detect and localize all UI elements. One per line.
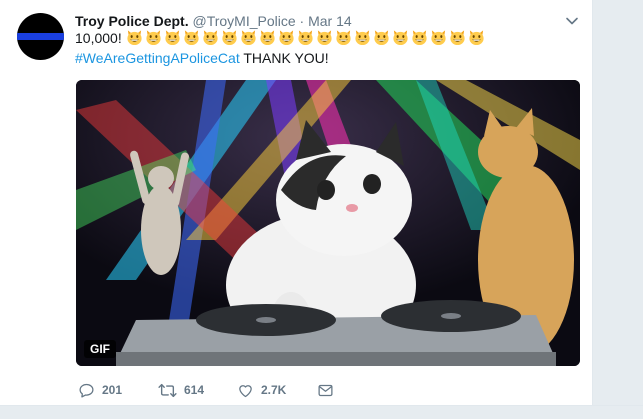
grinning-cat-face-icon bbox=[184, 30, 199, 46]
tweet-text-suffix: THANK YOU! bbox=[239, 50, 329, 66]
thin-blue-line-stripe bbox=[17, 33, 64, 40]
timeline-divider bbox=[0, 405, 643, 419]
grinning-cat-face-icon bbox=[393, 30, 408, 46]
chevron-down-icon[interactable] bbox=[564, 13, 580, 29]
direct-message-button[interactable] bbox=[317, 381, 334, 399]
heart-icon bbox=[239, 384, 252, 397]
reply-icon bbox=[79, 383, 94, 398]
like-count: 2.7K bbox=[261, 383, 287, 397]
grinning-cat-face-icon bbox=[203, 30, 218, 46]
grinning-cat-face-icon bbox=[279, 30, 294, 46]
grinning-cat-face-icon bbox=[165, 30, 180, 46]
grinning-cat-face-icon bbox=[450, 30, 465, 46]
grinning-cat-face-icon bbox=[241, 30, 256, 46]
grinning-cat-face-icon bbox=[127, 30, 142, 46]
hashtag-link[interactable]: #WeAreGettingAPoliceCat bbox=[75, 50, 240, 66]
retweet-icon bbox=[158, 383, 177, 397]
gif-badge: GIF bbox=[84, 340, 116, 358]
grinning-cat-face-icon bbox=[374, 30, 389, 46]
retweet-count: 614 bbox=[184, 383, 205, 397]
grinning-cat-face-icon bbox=[260, 30, 275, 46]
grinning-cat-face-icon bbox=[431, 30, 446, 46]
reply-button[interactable]: 201 bbox=[78, 381, 122, 399]
grinning-cat-face-icon bbox=[336, 30, 351, 46]
author-name[interactable]: Troy Police Dept. bbox=[75, 13, 189, 29]
grinning-cat-face-icon bbox=[222, 30, 237, 46]
tweet-card[interactable]: Troy Police Dept. @TroyMI_Police · Mar 1… bbox=[0, 0, 593, 405]
tweet-date[interactable]: Mar 14 bbox=[308, 13, 352, 29]
tweet-text-line-1: 10,000! bbox=[75, 28, 487, 48]
envelope-icon bbox=[318, 384, 333, 396]
grinning-cat-face-icon bbox=[355, 30, 370, 46]
grinning-cat-face-icon bbox=[146, 30, 161, 46]
avatar[interactable] bbox=[17, 13, 64, 60]
grinning-cat-face-icon bbox=[469, 30, 484, 46]
reply-count: 201 bbox=[102, 383, 123, 397]
author-handle[interactable]: @TroyMI_Police bbox=[192, 13, 295, 29]
grinning-cat-face-icon bbox=[298, 30, 313, 46]
emoji-row bbox=[126, 30, 487, 46]
tweet-text-prefix: 10,000! bbox=[75, 30, 122, 46]
gif-media[interactable]: GIF bbox=[76, 80, 580, 366]
retweet-button[interactable]: 614 bbox=[158, 381, 204, 399]
header-separator: · bbox=[299, 13, 305, 29]
grinning-cat-face-icon bbox=[317, 30, 332, 46]
like-button[interactable]: 2.7K bbox=[237, 381, 286, 399]
grinning-cat-face-icon bbox=[412, 30, 427, 46]
tweet-text-line-2: #WeAreGettingAPoliceCat THANK YOU! bbox=[75, 48, 329, 68]
dj-cat-gif-image bbox=[76, 80, 580, 366]
